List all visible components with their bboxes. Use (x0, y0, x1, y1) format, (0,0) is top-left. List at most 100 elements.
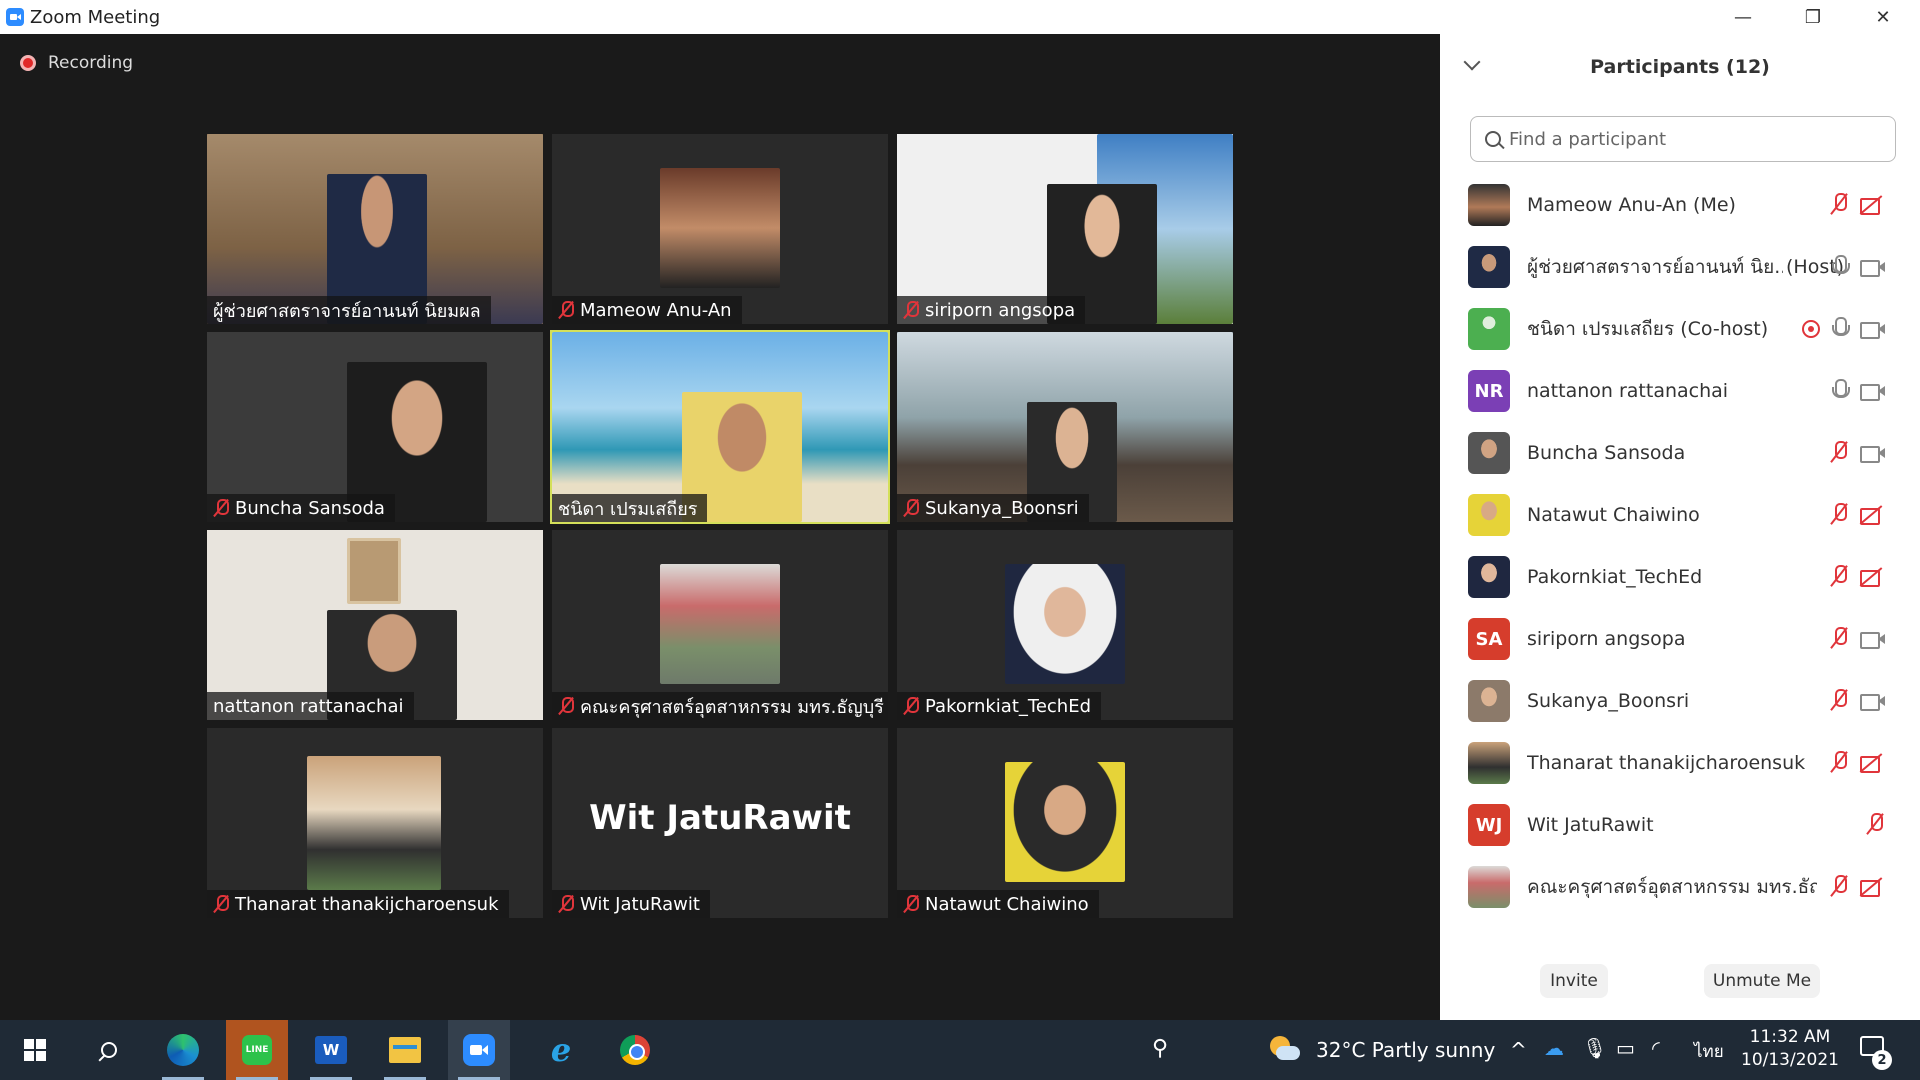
tile-name-label: Sukanya_Boonsri (897, 494, 1089, 522)
participant-name: ชนิดา เปรมเสถียร (Co-host) (1527, 318, 1769, 340)
participant-row[interactable]: Mameow Anu-An (Me) (1440, 174, 1920, 236)
recording-icon (1802, 320, 1820, 338)
participant-row[interactable]: Thanarat thanakijcharoensuk (1440, 732, 1920, 794)
unmute-me-button[interactable]: Unmute Me (1704, 964, 1820, 998)
default-avatar-icon (1468, 308, 1510, 350)
video-tile-active-speaker[interactable]: ชนิดา เปรมเสถียร (550, 330, 890, 524)
avatar (1468, 556, 1510, 598)
tile-name-label: nattanon rattanachai (207, 692, 414, 720)
participant-row[interactable]: Pakornkiat_TechEd (1440, 546, 1920, 608)
tray-chevron-up-icon[interactable]: ^ (1510, 1038, 1527, 1062)
taskbar-internet-explorer[interactable]: e (530, 1020, 592, 1080)
taskbar-search-button[interactable] (78, 1020, 140, 1080)
camera-off-icon[interactable] (1860, 507, 1886, 525)
camera-off-icon[interactable] (1860, 755, 1886, 773)
weather-icon[interactable] (1270, 1036, 1300, 1062)
participant-row[interactable]: คณะครุศาสตร์อุตสาหกรรม มทร.ธัญบุรี (1440, 856, 1920, 918)
mic-icon[interactable] (1830, 255, 1850, 279)
mic-muted-icon[interactable] (1830, 875, 1848, 899)
mic-muted-icon[interactable] (1830, 193, 1848, 217)
restore-button[interactable]: ❐ (1778, 0, 1848, 34)
taskbar-chrome[interactable] (604, 1020, 666, 1080)
video-tile[interactable]: Buncha Sansoda (207, 332, 543, 522)
video-tile[interactable]: Sukanya_Boonsri (897, 332, 1233, 522)
avatar (1468, 494, 1510, 536)
invite-button[interactable]: Invite (1540, 964, 1608, 998)
camera-icon[interactable] (1860, 445, 1886, 463)
video-tile[interactable]: คณะครุศาสตร์อุตสาหกรรม มทร.ธัญบุรี (552, 530, 888, 720)
people-icon[interactable]: ⚲ (1152, 1036, 1168, 1061)
video-tile[interactable]: ผู้ช่วยศาสตราจารย์อานนท์ นิยมผล (207, 134, 543, 324)
muted-mic-icon (903, 894, 919, 914)
weather-label[interactable]: 32°C Partly sunny (1316, 1038, 1495, 1062)
recording-indicator[interactable]: Recording (20, 53, 133, 73)
participant-row[interactable]: ผู้ช่วยศาสตราจารย์อานนท์ นิย... (Host) (1440, 236, 1920, 298)
minimize-button[interactable]: — (1708, 0, 1778, 34)
video-gallery: Recording ผู้ช่วยศาสตราจารย์อานนท์ นิยมผ… (0, 34, 1440, 1020)
video-tile[interactable]: Mameow Anu-An (552, 134, 888, 324)
taskbar-zoom[interactable] (448, 1020, 510, 1080)
camera-off-icon[interactable] (1860, 569, 1886, 587)
tile-name-label: Pakornkiat_TechEd (897, 692, 1101, 720)
tile-name-label: Wit JatuRawit (552, 890, 710, 918)
mic-icon[interactable] (1830, 379, 1850, 403)
participant-row[interactable]: SA siriporn angsopa (1440, 608, 1920, 670)
participant-name: siriporn angsopa (1527, 628, 1686, 650)
wifi-icon[interactable]: ◜ (1652, 1036, 1660, 1060)
camera-off-icon[interactable] (1860, 879, 1886, 897)
camera-icon[interactable] (1860, 321, 1886, 339)
camera-icon[interactable] (1860, 631, 1886, 649)
participant-row[interactable]: Sukanya_Boonsri (1440, 670, 1920, 732)
participant-row[interactable]: Buncha Sansoda (1440, 422, 1920, 484)
microphone-icon[interactable]: 🎙 (1582, 1036, 1607, 1060)
muted-mic-icon (903, 498, 919, 518)
video-tile[interactable]: Thanarat thanakijcharoensuk (207, 728, 543, 918)
mic-muted-icon[interactable] (1830, 627, 1848, 651)
camera-icon[interactable] (1860, 383, 1886, 401)
avatar: SA (1468, 618, 1510, 660)
search-icon (1485, 131, 1501, 147)
participant-name-display: Wit JatuRawit (589, 798, 851, 838)
participant-row[interactable]: WJ Wit JatuRawit (1440, 794, 1920, 856)
language-indicator[interactable]: ไทย (1694, 1038, 1724, 1065)
camera-off-icon[interactable] (1860, 197, 1886, 215)
clock[interactable]: 11:32 AM 10/13/2021 (1735, 1026, 1845, 1072)
search-input[interactable] (1509, 128, 1889, 150)
video-tile[interactable]: Wit JatuRawit Wit JatuRawit (552, 728, 888, 918)
mic-muted-icon[interactable] (1830, 441, 1848, 465)
tile-name-label: Thanarat thanakijcharoensuk (207, 890, 509, 918)
avatar: NR (1468, 370, 1510, 412)
participant-search[interactable] (1470, 116, 1896, 162)
participant-row[interactable]: ชนิดา เปรมเสถียร (Co-host) (1440, 298, 1920, 360)
participant-row[interactable]: Natawut Chaiwino (1440, 484, 1920, 546)
battery-icon[interactable]: ▭ (1616, 1036, 1635, 1060)
mic-muted-icon[interactable] (1830, 503, 1848, 527)
participant-row[interactable]: NR nattanon rattanachai (1440, 360, 1920, 422)
camera-icon[interactable] (1860, 693, 1886, 711)
taskbar-edge[interactable] (152, 1020, 214, 1080)
taskbar-word[interactable]: W (300, 1020, 362, 1080)
recording-icon (20, 55, 36, 71)
video-tile[interactable]: Natawut Chaiwino (897, 728, 1233, 918)
edge-icon (167, 1034, 199, 1066)
participant-name: Sukanya_Boonsri (1527, 690, 1690, 712)
mic-muted-icon[interactable] (1866, 813, 1884, 837)
start-button[interactable] (4, 1020, 66, 1080)
camera-icon[interactable] (1860, 259, 1886, 277)
participant-name: ผู้ช่วยศาสตราจารย์อานนท์ นิย... (1527, 256, 1783, 278)
mic-icon[interactable] (1830, 317, 1850, 341)
taskbar-file-explorer[interactable] (374, 1020, 436, 1080)
tile-name-label: คณะครุศาสตร์อุตสาหกรรม มทร.ธัญบุรี (552, 692, 888, 720)
onedrive-icon[interactable]: ☁ (1544, 1036, 1564, 1060)
mic-muted-icon[interactable] (1830, 751, 1848, 775)
video-tile[interactable]: siriporn angsopa (897, 134, 1233, 324)
close-button[interactable]: ✕ (1848, 0, 1918, 34)
wall-picture-frame (347, 538, 401, 604)
mic-muted-icon[interactable] (1830, 565, 1848, 589)
video-tile[interactable]: Pakornkiat_TechEd (897, 530, 1233, 720)
profile-picture (1005, 762, 1125, 882)
video-tile[interactable]: nattanon rattanachai (207, 530, 543, 720)
taskbar-line[interactable]: LINE (226, 1020, 288, 1080)
tile-name-label: ผู้ช่วยศาสตราจารย์อานนท์ นิยมผล (207, 296, 491, 324)
mic-muted-icon[interactable] (1830, 689, 1848, 713)
